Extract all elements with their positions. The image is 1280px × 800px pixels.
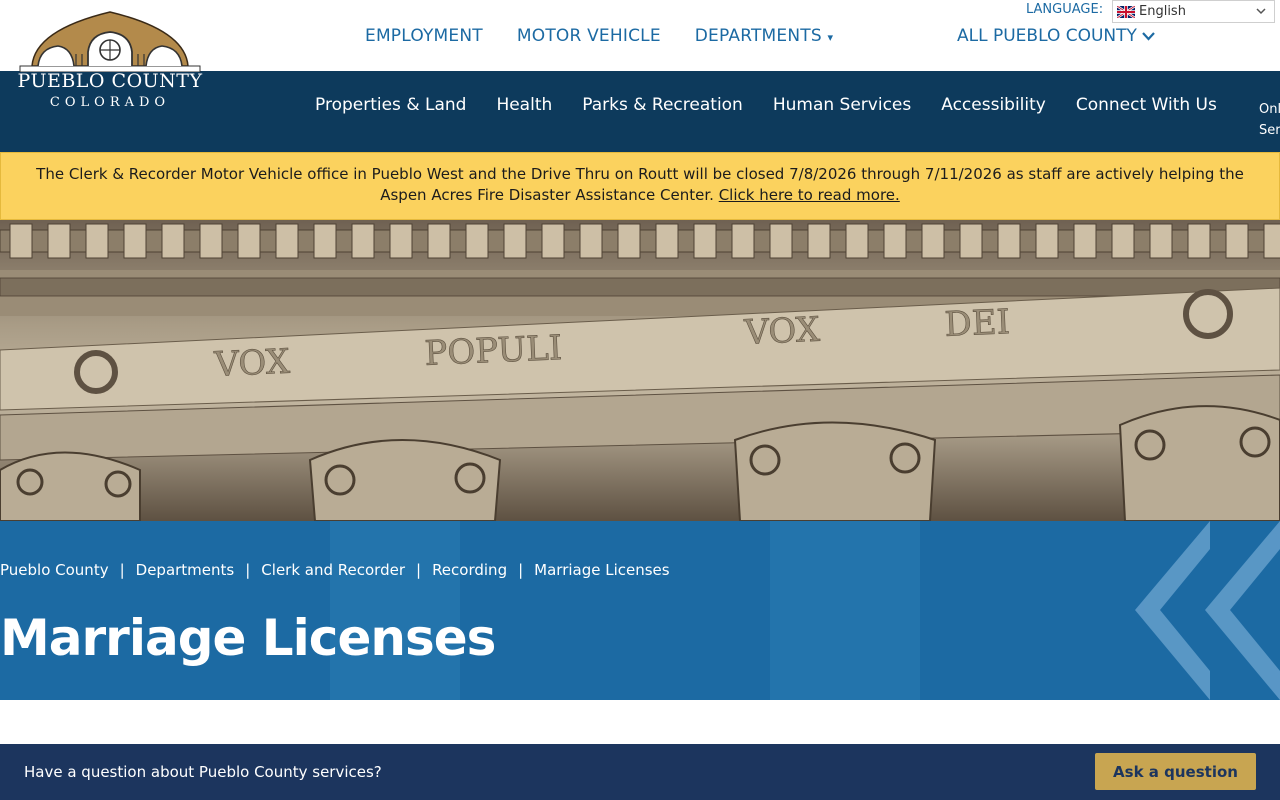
ask-question-button[interactable]: Ask a question: [1095, 753, 1256, 790]
breadcrumb-current: Marriage Licenses: [534, 561, 670, 579]
logo-state-name: COLORADO: [49, 95, 171, 110]
page-title-band: Pueblo County | Departments | Clerk and …: [0, 521, 1280, 700]
nav-online-services-line1: Onl: [1259, 102, 1280, 117]
all-county-label: ALL PUEBLO COUNTY: [957, 26, 1137, 46]
ask-question-bar: Have a question about Pueblo County serv…: [0, 744, 1280, 800]
chevron-down-icon: [1142, 26, 1156, 46]
breadcrumb-recording[interactable]: Recording: [432, 561, 507, 579]
nav-health[interactable]: Health: [496, 95, 552, 115]
all-county-dropdown[interactable]: ALL PUEBLO COUNTY: [957, 26, 1156, 46]
breadcrumb-separator: |: [416, 561, 422, 579]
language-select[interactable]: English: [1112, 0, 1275, 23]
nav-connect-with-us[interactable]: Connect With Us: [1076, 95, 1217, 115]
employment-link[interactable]: EMPLOYMENT: [365, 26, 483, 46]
courthouse-dome-icon: [19, 11, 201, 73]
alert-banner: The Clerk & Recorder Motor Vehicle offic…: [0, 152, 1280, 220]
breadcrumb-separator: |: [119, 561, 125, 579]
hero-image: VOX POPULI VOX DEI: [0, 220, 1280, 521]
chevron-down-icon: [1256, 5, 1266, 18]
departments-label: DEPARTMENTS: [694, 26, 822, 46]
alert-read-more-link[interactable]: Click here to read more.: [719, 186, 900, 204]
breadcrumb-clerk-recorder[interactable]: Clerk and Recorder: [261, 561, 405, 579]
nav-online-services-line2: Ser: [1259, 123, 1280, 138]
inscription-populi: POPULI: [424, 328, 563, 374]
motor-vehicle-link[interactable]: MOTOR VEHICLE: [517, 26, 661, 46]
inscription-vox: VOX: [213, 342, 292, 385]
breadcrumb-pueblo-county[interactable]: Pueblo County: [0, 561, 109, 579]
pueblo-county-logo[interactable]: PUEBLO COUNTY COLORADO: [10, 8, 210, 118]
breadcrumb: Pueblo County | Departments | Clerk and …: [0, 561, 670, 579]
ask-question-prompt: Have a question about Pueblo County serv…: [24, 763, 382, 781]
page-title: Marriage Licenses: [0, 609, 496, 667]
language-label: LANGUAGE:: [1026, 2, 1104, 17]
nav-human-services[interactable]: Human Services: [773, 95, 911, 115]
logo-county-name: PUEBLO COUNTY: [17, 70, 203, 92]
inscription-dei: DEI: [944, 302, 1011, 345]
breadcrumb-separator: |: [518, 561, 524, 579]
breadcrumb-departments[interactable]: Departments: [136, 561, 235, 579]
nav-parks-recreation[interactable]: Parks & Recreation: [582, 95, 743, 115]
nav-accessibility[interactable]: Accessibility: [941, 95, 1046, 115]
departments-dropdown[interactable]: DEPARTMENTS ▾: [695, 26, 833, 46]
language-selected: English: [1139, 4, 1186, 19]
nav-properties-land[interactable]: Properties & Land: [315, 95, 466, 115]
breadcrumb-separator: |: [245, 561, 251, 579]
nav-online-services[interactable]: Onl Ser: [1259, 99, 1280, 141]
inscription-vox-2: VOX: [743, 310, 822, 353]
utility-nav: EMPLOYMENT MOTOR VEHICLE DEPARTMENTS ▾: [365, 26, 833, 46]
main-nav-items: Properties & Land Health Parks & Recreat…: [315, 95, 1217, 115]
courthouse-frieze-image: VOX POPULI VOX DEI: [0, 220, 1280, 521]
alert-text: The Clerk & Recorder Motor Vehicle offic…: [36, 165, 1244, 204]
uk-flag-icon: [1117, 5, 1135, 18]
caret-down-icon: ▾: [827, 31, 834, 44]
